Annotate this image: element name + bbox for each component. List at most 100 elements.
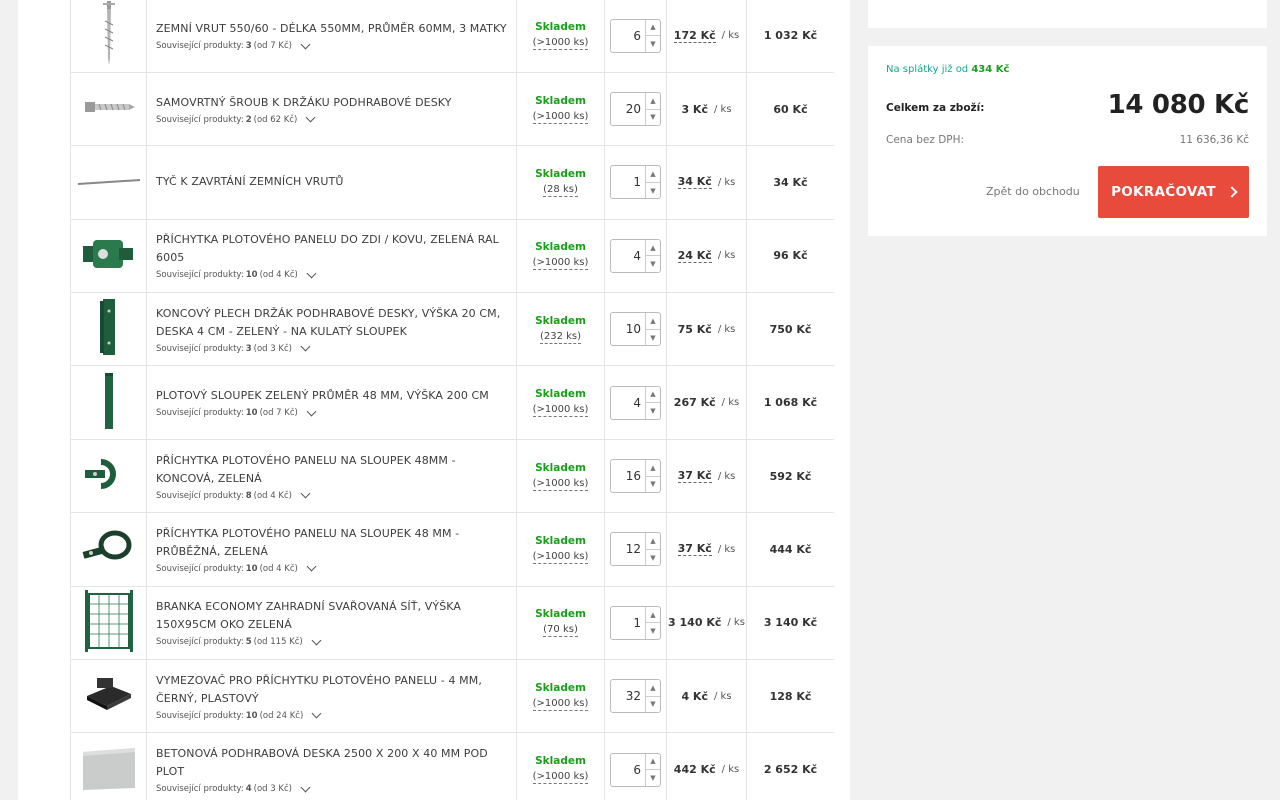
related-products-label: Související produkty: <box>156 563 244 574</box>
product-name[interactable]: PŘÍCHYTKA PLOTOVÉHO PANELU DO ZDI / KOVU… <box>156 231 508 267</box>
back-to-shop-link[interactable]: Zpět do obchodu <box>986 185 1080 198</box>
quantity-stepper[interactable]: 4 ▲ ▼ <box>610 385 661 420</box>
product-name[interactable]: ZEMNÍ VRUT 550/60 - DÉLKA 550MM, PRŮMĚR … <box>156 20 508 38</box>
quantity-stepper[interactable]: 10 ▲ ▼ <box>610 312 661 347</box>
chevron-up-icon[interactable]: ▲ <box>646 533 660 550</box>
chevron-down-icon[interactable]: ▼ <box>646 183 660 199</box>
quantity-input[interactable]: 32 <box>611 680 645 712</box>
stock-label: Skladem <box>535 608 586 621</box>
chevron-up-icon[interactable]: ▲ <box>646 387 660 404</box>
unit-price: 34 Kč <box>677 175 712 190</box>
per-unit-label: / ks <box>721 764 740 776</box>
quantity-stepper[interactable]: 12 ▲ ▼ <box>610 532 661 567</box>
chevron-up-icon[interactable]: ▲ <box>646 240 660 257</box>
mid-clip-icon <box>79 527 139 571</box>
cart-item-row: PŘÍCHYTKA PLOTOVÉHO PANELU NA SLOUPEK 48… <box>70 513 834 587</box>
related-products-toggle[interactable]: Související produkty: 2 (od 62 Kč) <box>156 112 508 125</box>
unit-price: 442 Kč <box>673 763 716 777</box>
stock-quantity: (70 ks) <box>543 624 578 638</box>
quantity-stepper[interactable]: 20 ▲ ▼ <box>610 92 661 127</box>
quantity-stepper[interactable]: 16 ▲ ▼ <box>610 459 661 494</box>
product-name[interactable]: VYMEZOVAČ PRO PŘÍCHYTKU PLOTOVÉHO PANELU… <box>156 672 508 708</box>
quantity-stepper[interactable]: 32 ▲ ▼ <box>610 679 661 714</box>
product-name[interactable]: PŘÍCHYTKA PLOTOVÉHO PANELU NA SLOUPEK 48… <box>156 452 508 488</box>
chevron-down-icon[interactable]: ▼ <box>646 110 660 126</box>
summary-top-box <box>868 0 1267 28</box>
related-products-toggle[interactable]: Související produkty: 4 (od 3 Kč) <box>156 782 508 794</box>
quantity-stepper[interactable]: 6 ▲ ▼ <box>610 752 661 787</box>
wall-clip-icon <box>79 234 139 278</box>
related-products-label: Související produkty: <box>156 114 244 125</box>
chevron-down-icon <box>300 341 311 352</box>
related-products-toggle[interactable]: Související produkty: 10 (od 4 Kč) <box>156 561 508 574</box>
related-products-toggle[interactable]: Související produkty: 3 (od 7 Kč) <box>156 39 508 51</box>
quantity-input[interactable]: 6 <box>611 20 645 52</box>
quantity-stepper[interactable]: 6 ▲ ▼ <box>610 18 661 53</box>
chevron-down-icon[interactable]: ▼ <box>646 36 660 52</box>
product-image[interactable] <box>70 513 147 586</box>
quantity-input[interactable]: 1 <box>611 607 645 639</box>
quantity-stepper[interactable]: 1 ▲ ▼ <box>610 165 661 200</box>
chevron-down-icon[interactable]: ▼ <box>646 623 660 639</box>
chevron-right-icon <box>1226 186 1238 198</box>
product-image[interactable] <box>70 366 147 439</box>
chevron-down-icon[interactable]: ▼ <box>646 697 660 713</box>
product-name[interactable]: KONCOVÝ PLECH DRŽÁK PODHRABOVÉ DESKY, VÝ… <box>156 305 508 341</box>
chevron-up-icon[interactable]: ▲ <box>646 680 660 697</box>
chevron-down-icon[interactable]: ▼ <box>646 256 660 272</box>
product-name[interactable]: SAMOVRTNÝ ŠROUB K DRŽÁKU PODHRABOVÉ DESK… <box>156 94 508 112</box>
quantity-input[interactable]: 1 <box>611 166 645 198</box>
cart-item-row: PŘÍCHYTKA PLOTOVÉHO PANELU DO ZDI / KOVU… <box>70 219 834 294</box>
quantity-input[interactable]: 16 <box>611 460 645 492</box>
chevron-up-icon[interactable]: ▲ <box>646 313 660 330</box>
product-image[interactable] <box>70 0 147 72</box>
quantity-input[interactable]: 12 <box>611 533 645 565</box>
quantity-stepper[interactable]: 1 ▲ ▼ <box>610 605 661 640</box>
chevron-up-icon[interactable]: ▲ <box>646 754 660 771</box>
product-image[interactable] <box>70 72 147 146</box>
chevron-down-icon[interactable]: ▼ <box>646 477 660 493</box>
quantity-arrows: ▲ ▼ <box>645 93 660 126</box>
continue-button[interactable]: POKRAČOVAT <box>1098 166 1249 218</box>
quantity-input[interactable]: 20 <box>611 93 645 125</box>
line-total-cell: 750 Kč <box>747 293 834 365</box>
chevron-down-icon <box>306 406 317 417</box>
product-image[interactable] <box>70 146 147 219</box>
related-products-toggle[interactable]: Související produkty: 3 (od 3 Kč) <box>156 341 508 354</box>
chevron-down-icon[interactable]: ▼ <box>646 770 660 786</box>
related-products-toggle[interactable]: Související produkty: 5 (od 115 Kč) <box>156 635 508 648</box>
product-name[interactable]: BETONOVÁ PODHRABOVÁ DESKA 2500 X 200 X 4… <box>156 745 508 781</box>
related-products-toggle[interactable]: Související produkty: 10 (od 24 Kč) <box>156 708 508 721</box>
chevron-up-icon[interactable]: ▲ <box>646 20 660 37</box>
chevron-down-icon[interactable]: ▼ <box>646 403 660 419</box>
chevron-up-icon[interactable]: ▲ <box>646 460 660 477</box>
product-info: BRANKA ECONOMY ZAHRADNÍ SVAŘOVANÁ SÍŤ, V… <box>147 586 517 660</box>
product-image[interactable] <box>70 219 147 293</box>
related-products-toggle[interactable]: Související produkty: 10 (od 7 Kč) <box>156 406 508 418</box>
chevron-up-icon[interactable]: ▲ <box>646 166 660 183</box>
related-products-toggle[interactable]: Související produkty: 10 (od 4 Kč) <box>156 268 508 280</box>
quantity-input[interactable]: 4 <box>611 240 645 272</box>
product-image[interactable] <box>70 586 147 660</box>
quantity-input[interactable]: 4 <box>611 387 645 419</box>
chevron-up-icon[interactable]: ▲ <box>646 607 660 624</box>
product-image[interactable] <box>70 733 147 800</box>
product-name[interactable]: TYČ K ZAVRTÁNÍ ZEMNÍCH VRUTŮ <box>156 173 508 191</box>
product-name[interactable]: PLOTOVÝ SLOUPEK ZELENÝ PRŮMĚR 48 MM, VÝŠ… <box>156 387 508 405</box>
grand-total: 14 080 Kč <box>1107 90 1250 120</box>
related-products-toggle[interactable]: Související produkty: 8 (od 4 Kč) <box>156 488 508 501</box>
product-image[interactable] <box>70 293 147 366</box>
product-name[interactable]: BRANKA ECONOMY ZAHRADNÍ SVAŘOVANÁ SÍŤ, V… <box>156 598 508 634</box>
chevron-down-icon[interactable]: ▼ <box>646 330 660 346</box>
related-products-label: Související produkty: <box>156 637 244 648</box>
chevron-up-icon[interactable]: ▲ <box>646 93 660 110</box>
chevron-down-icon[interactable]: ▼ <box>646 550 660 566</box>
quantity-stepper[interactable]: 4 ▲ ▼ <box>610 238 661 273</box>
quantity-input[interactable]: 6 <box>611 754 645 786</box>
quantity-input[interactable]: 10 <box>611 313 645 345</box>
product-image[interactable] <box>70 439 147 513</box>
installments-info[interactable]: Na splátky již od 434 Kč <box>886 64 1009 75</box>
product-name[interactable]: PŘÍCHYTKA PLOTOVÉHO PANELU NA SLOUPEK 48… <box>156 525 508 561</box>
product-image[interactable] <box>70 660 147 733</box>
related-products-count: 5 <box>245 637 252 648</box>
